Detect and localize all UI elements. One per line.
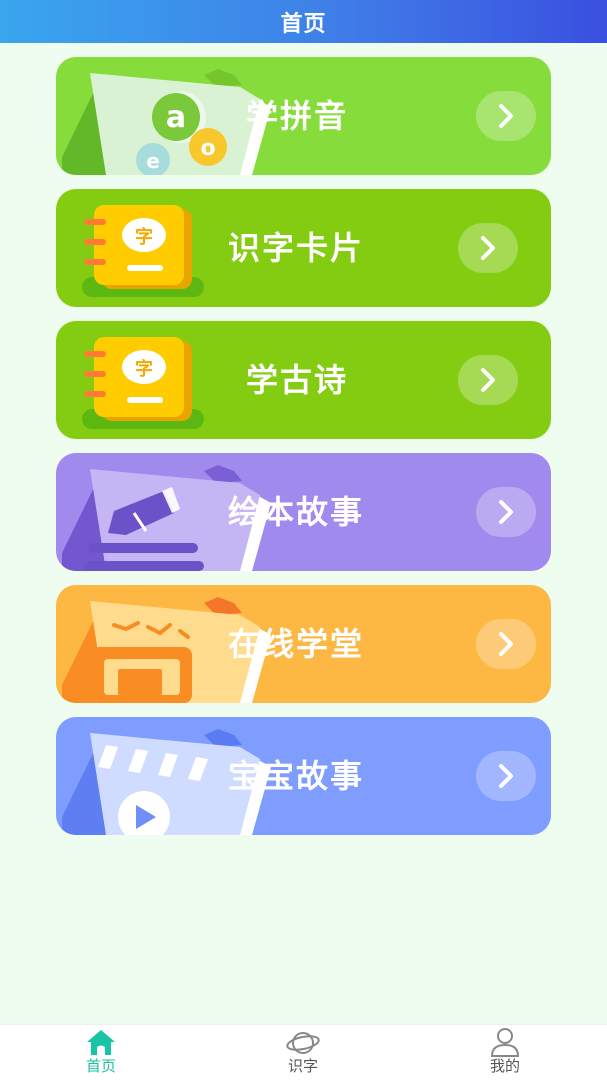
card-label: 宝宝故事 xyxy=(228,757,365,795)
tab-characters[interactable]: 识字 xyxy=(243,1025,363,1080)
tab-label: 我的 xyxy=(489,1057,520,1075)
arrow-button[interactable] xyxy=(476,751,536,801)
tab-profile[interactable]: 我的 xyxy=(445,1025,565,1080)
chevron-right-icon xyxy=(499,764,513,788)
arrow-button[interactable] xyxy=(476,487,536,537)
chevron-right-icon xyxy=(499,104,513,128)
home-icon xyxy=(87,1030,115,1055)
chevron-right-icon xyxy=(481,368,495,392)
char-label: 字 xyxy=(135,358,153,380)
card-label: 绘本故事 xyxy=(228,493,365,531)
notebook-illustration: 字 xyxy=(82,205,204,297)
tab-home[interactable]: 首页 xyxy=(41,1025,161,1080)
arrow-button[interactable] xyxy=(476,91,536,141)
arrow-button[interactable] xyxy=(476,619,536,669)
card-label: 在线学堂 xyxy=(228,625,365,663)
planet-icon xyxy=(286,1032,320,1054)
card-label: 学拼音 xyxy=(246,97,349,135)
page-title: 首页 xyxy=(280,11,327,37)
bottom-tab-bar: 首页 识字 我的 xyxy=(0,1024,607,1080)
card-ancient-poems[interactable]: 字 学古诗 xyxy=(56,321,551,439)
letter-e: e xyxy=(146,149,160,173)
card-online-classroom[interactable]: 在线学堂 xyxy=(56,585,551,703)
letter-o: o xyxy=(200,136,215,161)
arrow-button[interactable] xyxy=(458,355,518,405)
notebook-illustration: 字 xyxy=(82,337,204,429)
tab-label: 首页 xyxy=(85,1057,116,1075)
app-header: 首页 xyxy=(0,0,607,43)
card-baby-stories[interactable]: 宝宝故事 xyxy=(56,717,551,835)
card-picture-books[interactable]: 绘本故事 xyxy=(56,453,551,571)
tab-label: 识字 xyxy=(287,1057,318,1075)
card-pinyin[interactable]: a o e 学拼音 xyxy=(56,57,551,175)
char-label: 字 xyxy=(135,226,153,248)
letter-a: a xyxy=(166,100,186,135)
chevron-right-icon xyxy=(499,500,513,524)
arrow-button[interactable] xyxy=(458,223,518,273)
card-label: 识字卡片 xyxy=(228,229,365,267)
chevron-right-icon xyxy=(481,236,495,260)
card-label: 学古诗 xyxy=(246,361,349,399)
card-character-cards[interactable]: 字 识字卡片 xyxy=(56,189,551,307)
user-icon xyxy=(490,1028,520,1057)
chevron-right-icon xyxy=(499,632,513,656)
